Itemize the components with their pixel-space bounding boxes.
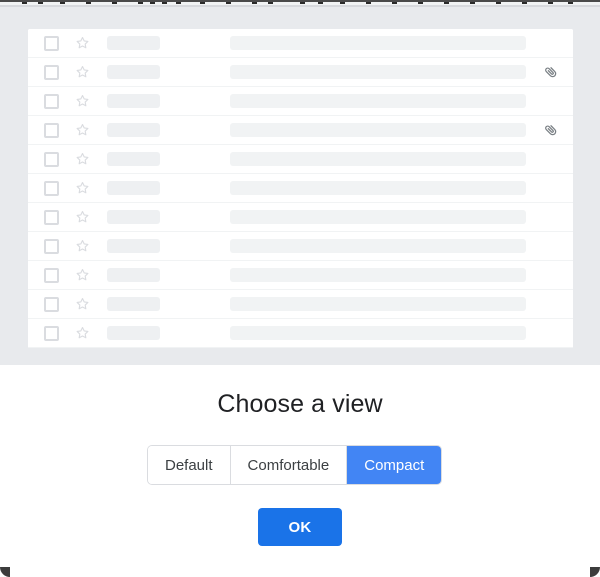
row-checkbox[interactable] [44, 64, 59, 80]
view-option-compact[interactable]: Compact [347, 446, 442, 484]
star-icon[interactable] [74, 209, 91, 226]
toolbar-icon-fragment [226, 2, 231, 4]
sender-placeholder [107, 123, 160, 137]
message-row[interactable] [28, 116, 573, 145]
sender-placeholder [107, 152, 160, 166]
screen: Choose a view Default Comfortable Compact … [0, 0, 600, 577]
toolbar-icon-fragment [496, 2, 501, 4]
subject-placeholder [230, 210, 526, 224]
star-icon[interactable] [74, 151, 91, 168]
sender-placeholder [107, 65, 160, 79]
row-checkbox[interactable] [44, 122, 59, 138]
sender-placeholder [107, 326, 160, 340]
message-row[interactable] [28, 58, 573, 87]
toolbar-icon-fragment [318, 2, 323, 4]
star-icon[interactable] [74, 180, 91, 197]
subject-placeholder [230, 297, 526, 311]
row-checkbox[interactable] [44, 325, 59, 341]
sender-placeholder [107, 94, 160, 108]
toolbar-icon-fragment [60, 2, 65, 4]
row-checkbox[interactable] [44, 267, 59, 283]
message-row[interactable] [28, 319, 573, 348]
subject-placeholder [230, 326, 526, 340]
subject-placeholder [230, 239, 526, 253]
sender-placeholder [107, 36, 160, 50]
toolbar-icon-fragment [112, 2, 117, 4]
toolbar-icon-fragment [268, 2, 273, 4]
toolbar-icon-fragment [138, 2, 143, 4]
sender-placeholder [107, 239, 160, 253]
toolbar-icon-fragment [300, 2, 305, 4]
message-row[interactable] [28, 174, 573, 203]
row-checkbox[interactable] [44, 209, 59, 225]
row-checkbox[interactable] [44, 296, 59, 312]
star-icon[interactable] [74, 35, 91, 52]
message-row[interactable] [28, 29, 573, 58]
sender-placeholder [107, 210, 160, 224]
toolbar-icon-fragment [444, 2, 449, 4]
row-checkbox[interactable] [44, 93, 59, 109]
message-row[interactable] [28, 290, 573, 319]
star-icon[interactable] [74, 296, 91, 313]
sender-placeholder [107, 268, 160, 282]
subject-placeholder [230, 65, 526, 79]
row-checkbox[interactable] [44, 180, 59, 196]
message-row[interactable] [28, 232, 573, 261]
message-row[interactable] [28, 261, 573, 290]
subject-placeholder [230, 268, 526, 282]
sender-placeholder [107, 181, 160, 195]
message-row[interactable] [28, 87, 573, 116]
subject-placeholder [230, 181, 526, 195]
toolbar-icon-fragment [200, 2, 205, 4]
view-option-comfortable[interactable]: Comfortable [230, 446, 348, 484]
star-icon[interactable] [74, 122, 91, 139]
toolbar-icon-fragment [176, 2, 181, 4]
star-icon[interactable] [74, 267, 91, 284]
toolbar-icon-fragment [366, 2, 371, 4]
sender-placeholder [107, 297, 160, 311]
toolbar-icon-fragment [150, 2, 155, 4]
toolbar-icon-fragment [252, 2, 257, 4]
row-checkbox[interactable] [44, 238, 59, 254]
toolbar-icon-fragment [392, 2, 397, 4]
ok-button[interactable]: OK [258, 508, 342, 546]
attachment-icon [543, 122, 559, 138]
message-row[interactable] [28, 145, 573, 174]
subject-placeholder [230, 123, 526, 137]
toolbar-icon-fragment [568, 2, 573, 4]
message-row[interactable] [28, 203, 573, 232]
toolbar-icon-fragment [470, 2, 475, 4]
toolbar-icon-fragment [548, 2, 553, 4]
subject-placeholder [230, 152, 526, 166]
app-background-edge [0, 5, 600, 7]
subject-placeholder [230, 36, 526, 50]
row-checkbox[interactable] [44, 151, 59, 167]
row-checkbox[interactable] [44, 35, 59, 51]
toolbar-icon-fragment [86, 2, 91, 4]
star-icon[interactable] [74, 325, 91, 342]
toolbar-icon-fragment [38, 2, 43, 4]
email-message-list [28, 29, 573, 348]
toolbar-icon-fragment [22, 2, 27, 4]
toolbar-icon-fragment [522, 2, 527, 4]
view-density-segmented-control[interactable]: Default Comfortable Compact [148, 446, 442, 484]
star-icon[interactable] [74, 238, 91, 255]
star-icon[interactable] [74, 93, 91, 110]
view-option-default[interactable]: Default [148, 446, 231, 484]
star-icon[interactable] [74, 64, 91, 81]
attachment-icon [543, 64, 559, 80]
toolbar-icon-fragment [162, 2, 167, 4]
toolbar-icon-fragment [340, 2, 345, 4]
subject-placeholder [230, 94, 526, 108]
toolbar-icon-fragment [418, 2, 423, 4]
dialog-title: Choose a view [217, 390, 383, 418]
